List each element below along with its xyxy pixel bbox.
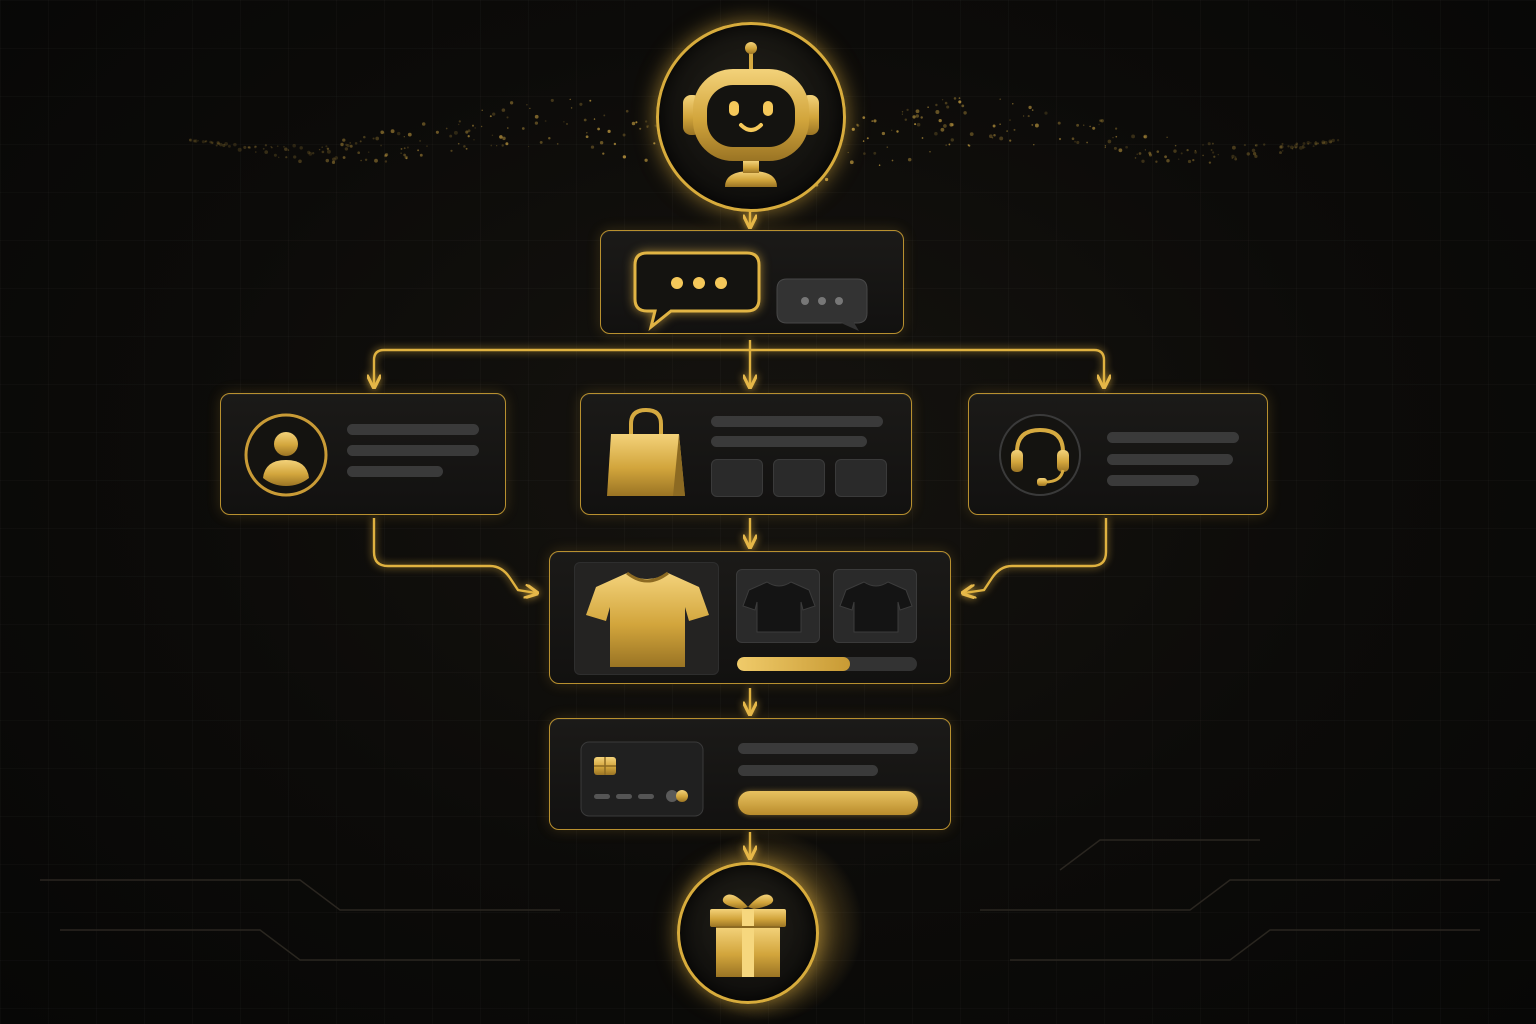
placeholder-line: [711, 436, 867, 447]
typing-bubble-icon: [776, 278, 868, 331]
gold-tshirt-icon: [586, 571, 709, 667]
pay-button[interactable]: [738, 791, 918, 815]
headset-icon: [999, 414, 1081, 496]
option-tile[interactable]: [711, 459, 763, 497]
robot-chatbot-icon: [683, 42, 819, 187]
placeholder-line: [1107, 432, 1239, 443]
payment-card[interactable]: [549, 718, 951, 830]
shopping-bag-icon: [607, 407, 685, 496]
product-variant-tile[interactable]: [833, 569, 917, 643]
chat-card[interactable]: [600, 230, 904, 334]
product-card[interactable]: [549, 551, 951, 684]
option-tile[interactable]: [835, 459, 887, 497]
placeholder-line: [738, 743, 918, 754]
placeholder-line: [347, 424, 479, 435]
end-node[interactable]: [677, 862, 819, 1004]
user-avatar-icon: [244, 413, 328, 497]
start-node[interactable]: [656, 22, 846, 212]
placeholder-line: [347, 466, 443, 477]
black-tshirt-icon: [742, 581, 816, 633]
support-card[interactable]: [968, 393, 1268, 515]
placeholder-line: [711, 416, 883, 427]
black-tshirt-icon: [839, 581, 913, 633]
shopping-card[interactable]: [580, 393, 912, 515]
placeholder-line: [1107, 475, 1199, 486]
gift-box-icon: [710, 894, 786, 977]
option-tile[interactable]: [773, 459, 825, 497]
credit-card-icon: [580, 741, 704, 817]
connector-chat-support: [750, 348, 1104, 386]
product-main-tile[interactable]: [574, 562, 719, 675]
progress-fill: [737, 657, 851, 671]
placeholder-line: [347, 445, 479, 456]
placeholder-line: [1107, 454, 1233, 465]
placeholder-line: [738, 765, 878, 776]
product-variant-tile[interactable]: [736, 569, 820, 643]
connector-chat-account: [374, 348, 750, 386]
progress-track: [737, 657, 917, 671]
account-card[interactable]: [220, 393, 506, 515]
connector-support-product: [964, 518, 1108, 593]
connector-account-product: [372, 518, 536, 593]
